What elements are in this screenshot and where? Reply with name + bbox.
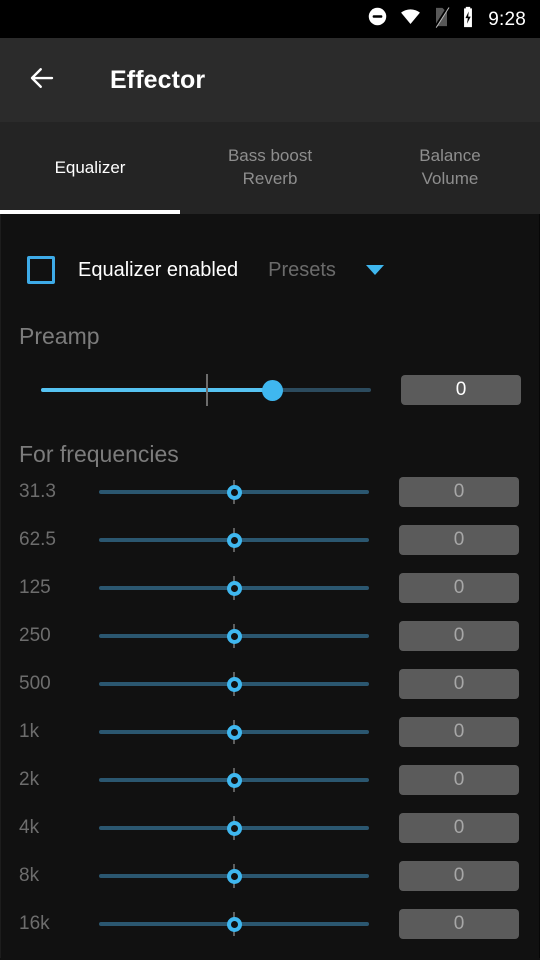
back-arrow-icon [27, 63, 57, 98]
tab-equalizer-label: Equalizer [54, 157, 126, 177]
chevron-down-icon[interactable] [364, 262, 386, 278]
band-slider-125[interactable] [99, 564, 369, 612]
band-label-1k: 1k [19, 721, 40, 742]
band-value-box-62-5[interactable]: 0 [399, 525, 519, 555]
band-label-2k: 2k [19, 769, 40, 790]
tab-balance-volume[interactable]: Balance Volume [360, 122, 540, 214]
table-row: 2k 0 [1, 756, 539, 804]
back-button[interactable] [14, 52, 70, 108]
tab-balance-label: Balance [419, 146, 481, 166]
band-slider-31-3[interactable] [99, 468, 369, 516]
frequencies-section-title: For frequencies [19, 441, 179, 467]
do-not-disturb-icon [367, 6, 388, 32]
tab-volume-label: Volume [421, 169, 479, 188]
band-label-8k: 8k [19, 865, 40, 886]
preamp-slider-center-tick [206, 374, 208, 406]
band-slider-thumb[interactable] [226, 868, 242, 884]
band-slider-16k[interactable] [99, 900, 369, 948]
band-value-box-250[interactable]: 0 [399, 621, 519, 651]
band-label-4k: 4k [19, 817, 40, 838]
equalizer-panel: Equalizer enabled Presets Preamp 0 For f… [0, 214, 540, 958]
band-value-box-1k[interactable]: 0 [399, 717, 519, 747]
band-value-box-4k[interactable]: 0 [399, 813, 519, 843]
app-bar: Effector [0, 38, 540, 122]
band-slider-thumb[interactable] [226, 724, 242, 740]
preamp-slider-thumb[interactable] [261, 379, 283, 401]
equalizer-enabled-checkbox[interactable] [27, 256, 55, 284]
effector-screen: 9:28 Effector Equalizer Bass boost Rever… [0, 0, 540, 960]
preamp-value-box[interactable]: 0 [401, 375, 521, 405]
band-slider-thumb[interactable] [226, 484, 242, 500]
status-bar-icons [367, 5, 475, 33]
tab-bar: Equalizer Bass boost Reverb Balance Volu… [0, 122, 540, 214]
no-sim-icon [433, 5, 450, 33]
band-slider-thumb[interactable] [226, 580, 242, 596]
table-row: 500 0 [1, 660, 539, 708]
band-value-box-8k[interactable]: 0 [399, 861, 519, 891]
band-slider-1k[interactable] [99, 708, 369, 756]
band-label-125: 125 [19, 577, 51, 598]
table-row: 4k 0 [1, 804, 539, 852]
preamp-slider[interactable] [41, 367, 371, 413]
table-row: 62.5 0 [1, 516, 539, 564]
status-bar: 9:28 [0, 0, 540, 38]
status-bar-clock: 9:28 [488, 8, 526, 30]
preamp-section-title: Preamp [19, 323, 100, 349]
band-label-16k: 16k [19, 913, 50, 934]
band-slider-2k[interactable] [99, 756, 369, 804]
band-value-box-500[interactable]: 0 [399, 669, 519, 699]
band-value-box-125[interactable]: 0 [399, 573, 519, 603]
band-slider-thumb[interactable] [226, 628, 242, 644]
battery-charging-icon [461, 6, 475, 33]
tab-bass-boost-reverb[interactable]: Bass boost Reverb [180, 122, 360, 214]
band-slider-500[interactable] [99, 660, 369, 708]
tab-equalizer[interactable]: Equalizer [0, 122, 180, 214]
band-slider-thumb[interactable] [226, 820, 242, 836]
band-slider-62-5[interactable] [99, 516, 369, 564]
band-slider-4k[interactable] [99, 804, 369, 852]
band-value-box-31-3[interactable]: 0 [399, 477, 519, 507]
preamp-slider-fill [41, 388, 272, 392]
wifi-icon [399, 6, 422, 32]
band-label-500: 500 [19, 673, 51, 694]
equalizer-enable-row: Equalizer enabled Presets [1, 242, 539, 298]
page-title: Effector [110, 65, 206, 94]
table-row: 8k 0 [1, 852, 539, 900]
band-value-box-16k[interactable]: 0 [399, 909, 519, 939]
preamp-row: 0 [1, 367, 539, 413]
band-label-31-3: 31.3 [19, 481, 56, 502]
table-row: 125 0 [1, 564, 539, 612]
table-row: 31.3 0 [1, 468, 539, 516]
band-slider-8k[interactable] [99, 852, 369, 900]
band-slider-thumb[interactable] [226, 772, 242, 788]
band-slider-thumb[interactable] [226, 532, 242, 548]
table-row: 16k 0 [1, 900, 539, 948]
band-slider-250[interactable] [99, 612, 369, 660]
tab-reverb-label: Reverb [242, 169, 298, 188]
band-slider-thumb[interactable] [226, 676, 242, 692]
equalizer-enabled-label: Equalizer enabled [78, 258, 239, 281]
band-label-62-5: 62.5 [19, 529, 56, 550]
presets-dropdown-label[interactable]: Presets [268, 259, 336, 282]
band-slider-thumb[interactable] [226, 916, 242, 932]
band-value-box-2k[interactable]: 0 [399, 765, 519, 795]
band-label-250: 250 [19, 625, 51, 646]
tab-bass-boost-label: Bass boost [227, 146, 313, 166]
table-row: 1k 0 [1, 708, 539, 756]
table-row: 250 0 [1, 612, 539, 660]
